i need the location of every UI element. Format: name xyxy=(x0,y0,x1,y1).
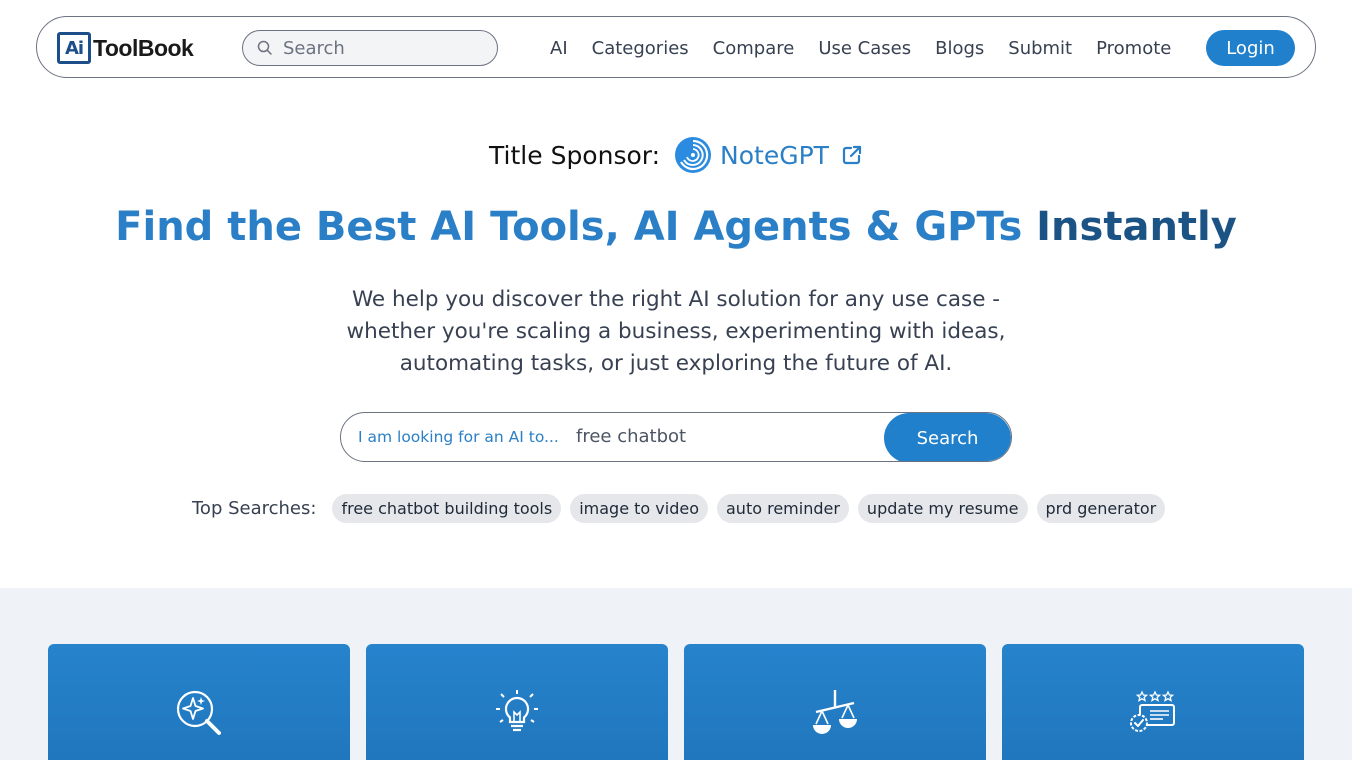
sponsor-link[interactable]: NoteGPT xyxy=(720,141,829,170)
logo-mark-text: Ai xyxy=(64,37,84,59)
nav-use-cases[interactable]: Use Cases xyxy=(818,38,911,59)
external-link-icon[interactable] xyxy=(841,144,863,166)
feature-card-find[interactable] xyxy=(48,644,350,760)
nav-blogs[interactable]: Blogs xyxy=(935,38,984,59)
site-logo[interactable]: Ai ToolBook xyxy=(57,31,194,65)
site-header: Ai ToolBook AI Categories Compare Use Ca… xyxy=(36,16,1316,78)
title-sponsor: Title Sponsor: NoteGPT xyxy=(0,136,1352,174)
sponsor-label: Title Sponsor: xyxy=(489,140,661,170)
notegpt-logo-icon[interactable] xyxy=(674,136,712,174)
search-chip[interactable]: prd generator xyxy=(1036,494,1166,523)
search-chip[interactable]: update my resume xyxy=(857,494,1028,523)
lightbulb-icon xyxy=(496,690,538,732)
header-search-input[interactable] xyxy=(283,37,483,59)
search-button[interactable]: Search xyxy=(884,413,1011,461)
feature-card-compare[interactable] xyxy=(684,644,986,760)
search-chip[interactable]: auto reminder xyxy=(717,494,849,523)
nav-categories[interactable]: Categories xyxy=(592,38,689,59)
logo-text: ToolBook xyxy=(93,34,194,61)
top-searches-label: Top Searches: xyxy=(192,498,317,519)
compare-scale-icon xyxy=(813,690,857,734)
search-chip[interactable]: free chatbot building tools xyxy=(332,494,562,523)
hero-title: Find the Best AI Tools, AI Agents & GPTs… xyxy=(0,204,1352,250)
nav-ai[interactable]: AI xyxy=(550,38,568,59)
nav-submit[interactable]: Submit xyxy=(1008,38,1072,59)
nav-promote[interactable]: Promote xyxy=(1096,38,1171,59)
hero-title-main: Find the Best AI Tools, AI Agents & GPTs xyxy=(115,204,1037,250)
feature-section xyxy=(0,588,1352,760)
rating-review-icon xyxy=(1130,690,1175,732)
ai-finder-input[interactable] xyxy=(576,426,876,447)
search-icon xyxy=(257,40,272,55)
main-nav: AI Categories Compare Use Cases Blogs Su… xyxy=(550,17,1171,79)
feature-card-ideas[interactable] xyxy=(366,644,668,760)
logo-mark: Ai xyxy=(57,32,91,64)
header-search[interactable] xyxy=(242,30,498,66)
ai-finder-search[interactable]: I am looking for an AI to... Search xyxy=(340,412,1012,462)
top-searches: Top Searches: free chatbot building tool… xyxy=(192,494,1174,523)
hero-title-emphasis: Instantly xyxy=(1036,204,1237,250)
search-prefix-label: I am looking for an AI to... xyxy=(358,428,559,446)
ai-search-icon xyxy=(176,690,221,735)
search-chip[interactable]: image to video xyxy=(570,494,708,523)
login-button[interactable]: Login xyxy=(1206,30,1295,66)
feature-card-reviews[interactable] xyxy=(1002,644,1304,760)
nav-compare[interactable]: Compare xyxy=(713,38,795,59)
hero-description: We help you discover the right AI soluti… xyxy=(346,287,1006,376)
